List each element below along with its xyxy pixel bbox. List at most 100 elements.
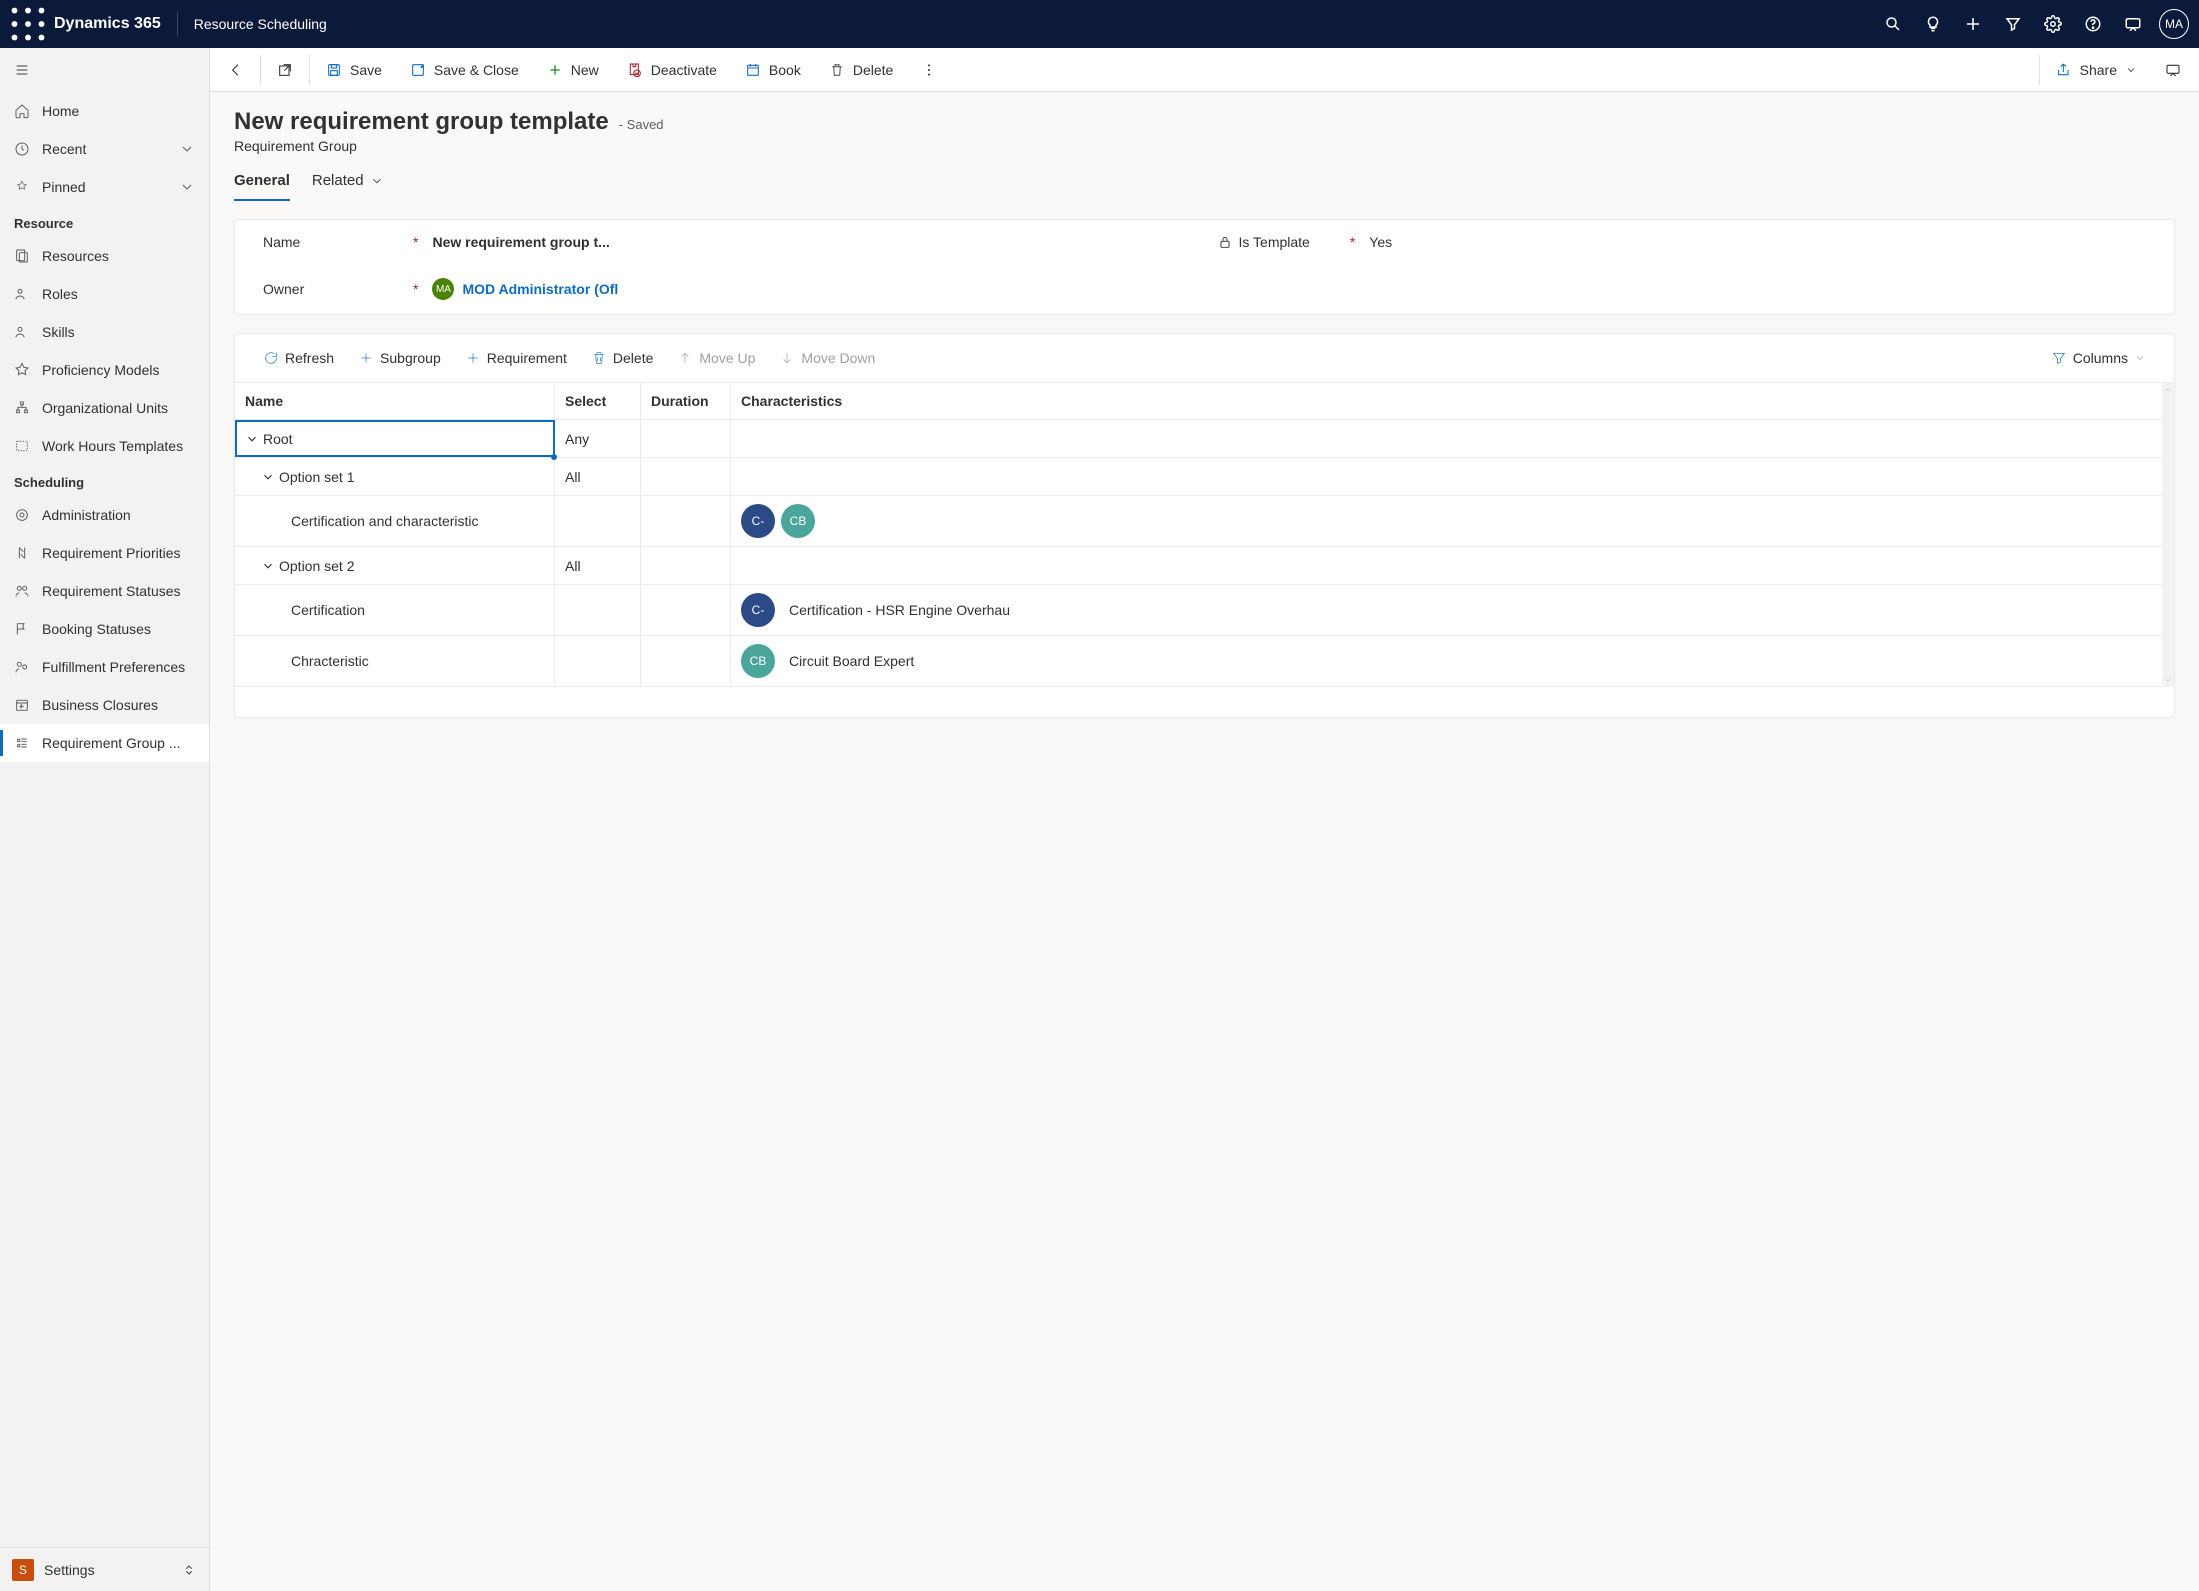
- nav-requirement-group[interactable]: Requirement Group ...: [0, 724, 209, 762]
- characteristic-chip[interactable]: C-: [741, 504, 775, 538]
- cell-characteristics[interactable]: [731, 458, 2162, 495]
- col-characteristics[interactable]: Characteristics: [731, 383, 2162, 419]
- tab-general[interactable]: General: [234, 164, 290, 201]
- save-close-button[interactable]: Save & Close: [396, 48, 533, 92]
- nav-recent[interactable]: Recent: [0, 130, 209, 168]
- field-owner-value[interactable]: MA MOD Administrator (Ofl: [432, 278, 1192, 300]
- open-new-window-button[interactable]: [263, 48, 307, 92]
- nav-pinned[interactable]: Pinned: [0, 168, 209, 206]
- app-launcher-button[interactable]: [10, 6, 46, 42]
- nav-req-statuses[interactable]: Requirement Statuses: [0, 572, 209, 610]
- cell-select[interactable]: All: [555, 458, 641, 495]
- nav-resources[interactable]: Resources: [0, 237, 209, 275]
- task-pane-button[interactable]: [2151, 48, 2195, 92]
- help-icon[interactable]: [2073, 0, 2113, 48]
- back-button[interactable]: [214, 48, 258, 92]
- cell-select[interactable]: [555, 636, 641, 686]
- nav-proficiency[interactable]: Proficiency Models: [0, 351, 209, 389]
- cell-select[interactable]: All: [555, 547, 641, 584]
- nav-work-hours[interactable]: Work Hours Templates: [0, 427, 209, 465]
- brand-label[interactable]: Dynamics 365: [54, 15, 161, 33]
- field-istemplate-value[interactable]: Yes: [1369, 234, 2146, 250]
- requirement-button[interactable]: Requirement: [455, 344, 577, 372]
- area-switcher[interactable]: S Settings: [0, 1547, 209, 1591]
- row-name-label: Chracteristic: [291, 653, 369, 669]
- cell-duration[interactable]: [641, 636, 731, 686]
- nav-roles[interactable]: Roles: [0, 275, 209, 313]
- search-icon[interactable]: [1873, 0, 1913, 48]
- characteristic-chip[interactable]: CB: [781, 504, 815, 538]
- gear-icon[interactable]: [2033, 0, 2073, 48]
- characteristic-chip[interactable]: CB: [741, 644, 775, 678]
- cell-characteristics[interactable]: [731, 420, 2162, 457]
- tree-delete-button[interactable]: Delete: [581, 344, 663, 372]
- cell-characteristics[interactable]: CBCircuit Board Expert: [731, 636, 2162, 686]
- new-button[interactable]: New: [533, 48, 613, 92]
- nav-org-units[interactable]: Organizational Units: [0, 389, 209, 427]
- cell-name[interactable]: Option set 1: [235, 458, 555, 495]
- subgroup-button[interactable]: Subgroup: [348, 344, 451, 372]
- cell-characteristics[interactable]: C-CB: [731, 496, 2162, 546]
- nav-booking-statuses[interactable]: Booking Statuses: [0, 610, 209, 648]
- columns-button[interactable]: Columns: [2041, 344, 2156, 372]
- nav-label: Work Hours Templates: [42, 438, 183, 454]
- cell-name[interactable]: Option set 2: [235, 547, 555, 584]
- cell-characteristics[interactable]: C-Certification - HSR Engine Overhau: [731, 585, 2162, 635]
- button-label: Requirement: [487, 350, 567, 366]
- refresh-button[interactable]: Refresh: [253, 344, 344, 372]
- add-icon[interactable]: [1953, 0, 1993, 48]
- nav-home[interactable]: Home: [0, 92, 209, 130]
- col-select[interactable]: Select: [555, 383, 641, 419]
- cell-name[interactable]: Chracteristic: [235, 636, 555, 686]
- deactivate-button[interactable]: Deactivate: [613, 48, 731, 92]
- table-row[interactable]: RootAny: [235, 420, 2162, 458]
- field-name-value[interactable]: New requirement group t...: [432, 234, 1192, 250]
- cell-duration[interactable]: [641, 547, 731, 584]
- cell-duration[interactable]: [641, 496, 731, 546]
- nav-fulfillment[interactable]: Fulfillment Preferences: [0, 648, 209, 686]
- cell-name[interactable]: Root: [235, 420, 555, 457]
- overflow-button[interactable]: [907, 48, 951, 92]
- col-duration[interactable]: Duration: [641, 383, 731, 419]
- table-row[interactable]: Certification and characteristic C-CB: [235, 496, 2162, 547]
- cell-name[interactable]: Certification: [235, 585, 555, 635]
- col-name[interactable]: Name: [235, 383, 555, 419]
- table-row[interactable]: Option set 2All: [235, 547, 2162, 585]
- book-button[interactable]: Book: [731, 48, 815, 92]
- chevron-down-icon[interactable]: [261, 470, 275, 484]
- chevron-down-icon[interactable]: [261, 559, 275, 573]
- cell-duration[interactable]: [641, 420, 731, 457]
- filter-icon[interactable]: [1993, 0, 2033, 48]
- table-row[interactable]: Chracteristic CBCircuit Board Expert: [235, 636, 2162, 687]
- cell-select[interactable]: [555, 585, 641, 635]
- scroll-up-icon[interactable]: [2163, 385, 2173, 395]
- scrollbar[interactable]: [2162, 383, 2174, 687]
- user-avatar[interactable]: MA: [2159, 9, 2189, 39]
- delete-button[interactable]: Delete: [815, 48, 907, 92]
- cell-select[interactable]: Any: [555, 420, 641, 457]
- tree-card: Refresh Subgroup Requirement Delete Move…: [234, 333, 2175, 718]
- lightbulb-icon[interactable]: [1913, 0, 1953, 48]
- cell-characteristics[interactable]: [731, 547, 2162, 584]
- cell-name[interactable]: Certification and characteristic: [235, 496, 555, 546]
- scroll-down-icon[interactable]: [2163, 675, 2173, 685]
- nav-skills[interactable]: Skills: [0, 313, 209, 351]
- owner-link[interactable]: MOD Administrator (Ofl: [462, 281, 618, 297]
- chevron-down-icon[interactable]: [245, 432, 259, 446]
- share-button[interactable]: Share: [2042, 48, 2151, 92]
- cell-duration[interactable]: [641, 585, 731, 635]
- nav-req-priorities[interactable]: Requirement Priorities: [0, 534, 209, 572]
- app-name-label[interactable]: Resource Scheduling: [194, 16, 327, 32]
- save-button[interactable]: Save: [312, 48, 396, 92]
- nav-administration[interactable]: Administration: [0, 496, 209, 534]
- table-row[interactable]: Certification C-Certification - HSR Engin…: [235, 585, 2162, 636]
- cell-select[interactable]: [555, 496, 641, 546]
- assistant-icon[interactable]: [2113, 0, 2153, 48]
- characteristic-chip[interactable]: C-: [741, 593, 775, 627]
- nav-label: Home: [42, 103, 79, 119]
- cell-duration[interactable]: [641, 458, 731, 495]
- nav-collapse-button[interactable]: [0, 48, 209, 92]
- nav-business-closures[interactable]: Business Closures: [0, 686, 209, 724]
- tab-related[interactable]: Related: [312, 164, 384, 201]
- table-row[interactable]: Option set 1All: [235, 458, 2162, 496]
